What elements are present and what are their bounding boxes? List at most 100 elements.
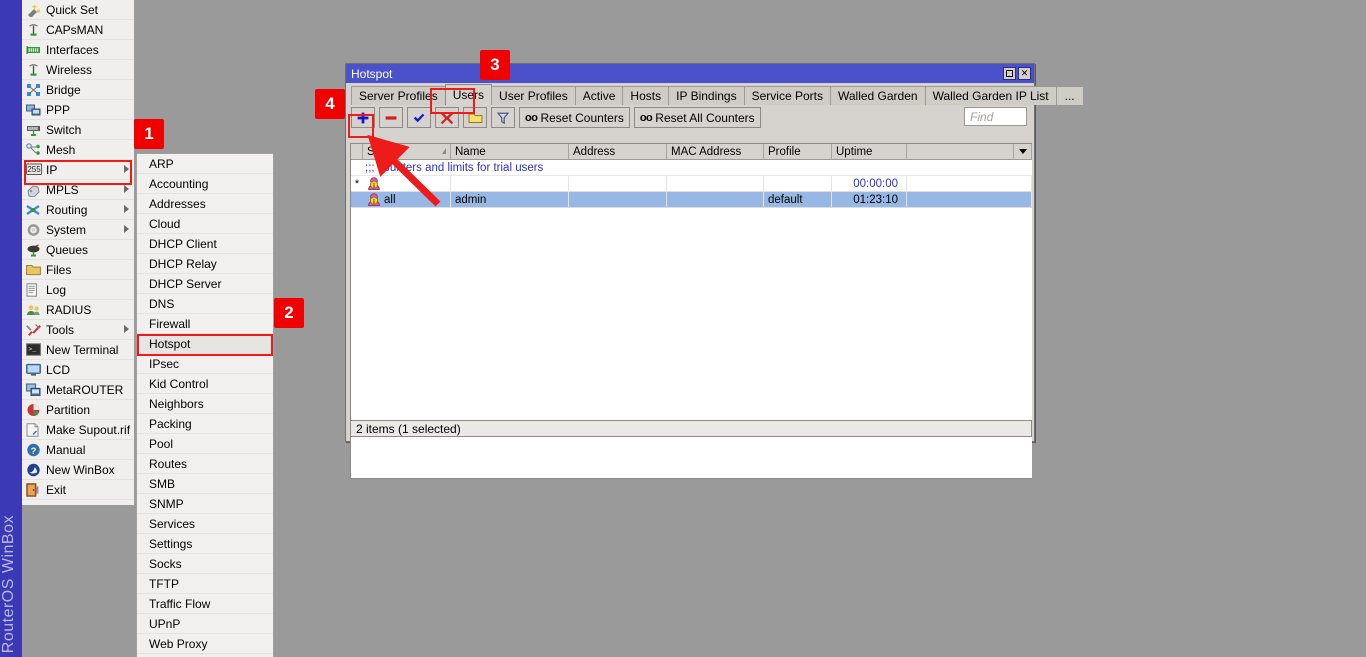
sidebar-item-exit[interactable]: Exit	[22, 480, 134, 500]
column-header-server[interactable]: Server	[363, 144, 451, 159]
sidebar-item-label: Log	[46, 283, 66, 297]
column-header-name[interactable]: Name	[451, 144, 569, 159]
sidebar-item-label: Partition	[46, 403, 90, 417]
tab-users[interactable]: Users	[445, 84, 492, 105]
sidebar-item-mpls[interactable]: MPLS	[22, 180, 134, 200]
files-icon	[25, 262, 43, 278]
column-header-profile[interactable]: Profile	[764, 144, 832, 159]
sidebar-item-files[interactable]: Files	[22, 260, 134, 280]
column-header-mac-address[interactable]: MAC Address	[667, 144, 764, 159]
hotspot-window[interactable]: Hotspot ✕ Server ProfilesUsersUser Profi…	[345, 63, 1035, 442]
ip-submenu-item-dhcp-client[interactable]: DHCP Client	[137, 234, 273, 254]
ip-submenu-item-pool[interactable]: Pool	[137, 434, 273, 454]
ip-submenu-item-dhcp-server[interactable]: DHCP Server	[137, 274, 273, 294]
main-menu-sidebar[interactable]: Quick SetCAPsMAN Interfaces WirelessBridge…	[22, 0, 135, 505]
toolbar[interactable]: oo Reset Counters oo Reset All Counters …	[346, 105, 1034, 130]
window-titlebar[interactable]: Hotspot ✕	[346, 64, 1034, 83]
ip-submenu-item-label: Socks	[149, 557, 182, 571]
sidebar-item-mesh[interactable]: Mesh	[22, 140, 134, 160]
sidebar-item-ip[interactable]: 255IP	[22, 160, 134, 180]
sidebar-item-tools[interactable]: Tools	[22, 320, 134, 340]
disable-button[interactable]	[435, 107, 459, 128]
sidebar-item-bridge[interactable]: Bridge	[22, 80, 134, 100]
maximize-icon[interactable]	[1003, 67, 1016, 80]
ip-submenu-item-ipsec[interactable]: IPsec	[137, 354, 273, 374]
tab-server-profiles[interactable]: Server Profiles	[351, 86, 446, 105]
sidebar-item-label: LCD	[46, 363, 70, 377]
ip-submenu-item-accounting[interactable]: Accounting	[137, 174, 273, 194]
search-input[interactable]: Find	[964, 107, 1027, 126]
tab-user-profiles[interactable]: User Profiles	[491, 86, 576, 105]
ip-submenu-item-dns[interactable]: DNS	[137, 294, 273, 314]
ip-submenu-item-settings[interactable]: Settings	[137, 534, 273, 554]
sidebar-item-quick-set[interactable]: Quick Set	[22, 0, 134, 20]
sidebar-item-lcd[interactable]: LCD	[22, 360, 134, 380]
sidebar-item-partition[interactable]: Partition	[22, 400, 134, 420]
ip-submenu-item-traffic-flow[interactable]: Traffic Flow	[137, 594, 273, 614]
sidebar-item-interfaces[interactable]: Interfaces	[22, 40, 134, 60]
ip-submenu-item-arp[interactable]: ARP	[137, 154, 273, 174]
sidebar-item-metarouter[interactable]: MetaROUTER	[22, 380, 134, 400]
callout-badge-3: 3	[480, 50, 510, 80]
ip-submenu-item-hotspot[interactable]: Hotspot	[137, 334, 273, 354]
counter-prefix-all: oo	[640, 112, 652, 124]
table-body[interactable]: *i00:00:00ialladmindefault01:23:10	[351, 176, 1032, 208]
ip-submenu-item-dhcp-relay[interactable]: DHCP Relay	[137, 254, 273, 274]
reset-all-counters-button[interactable]: oo Reset All Counters	[634, 107, 761, 128]
ip-submenu-item-addresses[interactable]: Addresses	[137, 194, 273, 214]
sidebar-item-system[interactable]: System	[22, 220, 134, 240]
sidebar-item-make-supout-rif[interactable]: Make Supout.rif	[22, 420, 134, 440]
ip-submenu[interactable]: ARPAccountingAddressesCloudDHCP ClientDH…	[136, 153, 274, 657]
sidebar-item-ppp[interactable]: PPP	[22, 100, 134, 120]
ip-submenu-item-smb[interactable]: SMB	[137, 474, 273, 494]
sidebar-item-wireless[interactable]: Wireless	[22, 60, 134, 80]
ip-submenu-item-socks[interactable]: Socks	[137, 554, 273, 574]
close-icon[interactable]: ✕	[1018, 67, 1031, 80]
callout-badge-2: 2	[274, 298, 304, 328]
tab-service-ports[interactable]: Service Ports	[744, 86, 831, 105]
ip-submenu-item-services[interactable]: Services	[137, 514, 273, 534]
ip-submenu-item-packing[interactable]: Packing	[137, 414, 273, 434]
sidebar-item-new-terminal[interactable]: >_New Terminal	[22, 340, 134, 360]
tab-active[interactable]: Active	[575, 86, 624, 105]
remove-button[interactable]	[379, 107, 403, 128]
sidebar-item-new-winbox[interactable]: New WinBox	[22, 460, 134, 480]
sidebar-item-switch[interactable]: Switch	[22, 120, 134, 140]
ip-submenu-item-cloud[interactable]: Cloud	[137, 214, 273, 234]
sidebar-item-capsman[interactable]: CAPsMAN	[22, 20, 134, 40]
tab-hosts[interactable]: Hosts	[622, 86, 669, 105]
tab-strip[interactable]: Server ProfilesUsersUser ProfilesActiveH…	[346, 83, 1034, 105]
ip-submenu-item-snmp[interactable]: SNMP	[137, 494, 273, 514]
reset-counters-button[interactable]: oo Reset Counters	[519, 107, 630, 128]
tab-[interactable]: ...	[1056, 86, 1084, 105]
ip-submenu-item-neighbors[interactable]: Neighbors	[137, 394, 273, 414]
sidebar-item-radius[interactable]: RADIUS	[22, 300, 134, 320]
ip-submenu-item-label: TFTP	[149, 577, 179, 591]
tab-walled-garden-ip-list[interactable]: Walled Garden IP List	[925, 86, 1057, 105]
ip-submenu-item-routes[interactable]: Routes	[137, 454, 273, 474]
sidebar-item-queues[interactable]: Queues	[22, 240, 134, 260]
ip-submenu-item-upnp[interactable]: UPnP	[137, 614, 273, 634]
sidebar-item-label: Interfaces	[46, 43, 99, 57]
filter-button[interactable]	[491, 107, 515, 128]
column-chooser-button[interactable]	[1013, 144, 1031, 159]
add-button[interactable]	[351, 107, 375, 128]
ip-submenu-item-firewall[interactable]: Firewall	[137, 314, 273, 334]
enable-button[interactable]	[407, 107, 431, 128]
column-header-address[interactable]: Address	[569, 144, 667, 159]
tab-walled-garden[interactable]: Walled Garden	[830, 86, 926, 105]
sidebar-item-log[interactable]: Log	[22, 280, 134, 300]
interfaces-icon	[25, 42, 43, 58]
table-row[interactable]: ialladmindefault01:23:10	[351, 192, 1032, 208]
tab-ip-bindings[interactable]: IP Bindings	[668, 86, 745, 105]
ip-submenu-item-kid-control[interactable]: Kid Control	[137, 374, 273, 394]
sidebar-item-manual[interactable]: ?Manual	[22, 440, 134, 460]
comment-button[interactable]	[463, 107, 487, 128]
table-header-row[interactable]: ServerNameAddressMAC AddressProfile Uptim…	[351, 144, 1032, 160]
column-header-label: Uptime	[836, 146, 872, 158]
ip-submenu-item-web-proxy[interactable]: Web Proxy	[137, 634, 273, 654]
column-header-uptime[interactable]: Uptime	[832, 144, 907, 159]
table-row[interactable]: *i00:00:00	[351, 176, 1032, 192]
sidebar-item-routing[interactable]: Routing	[22, 200, 134, 220]
ip-submenu-item-tftp[interactable]: TFTP	[137, 574, 273, 594]
